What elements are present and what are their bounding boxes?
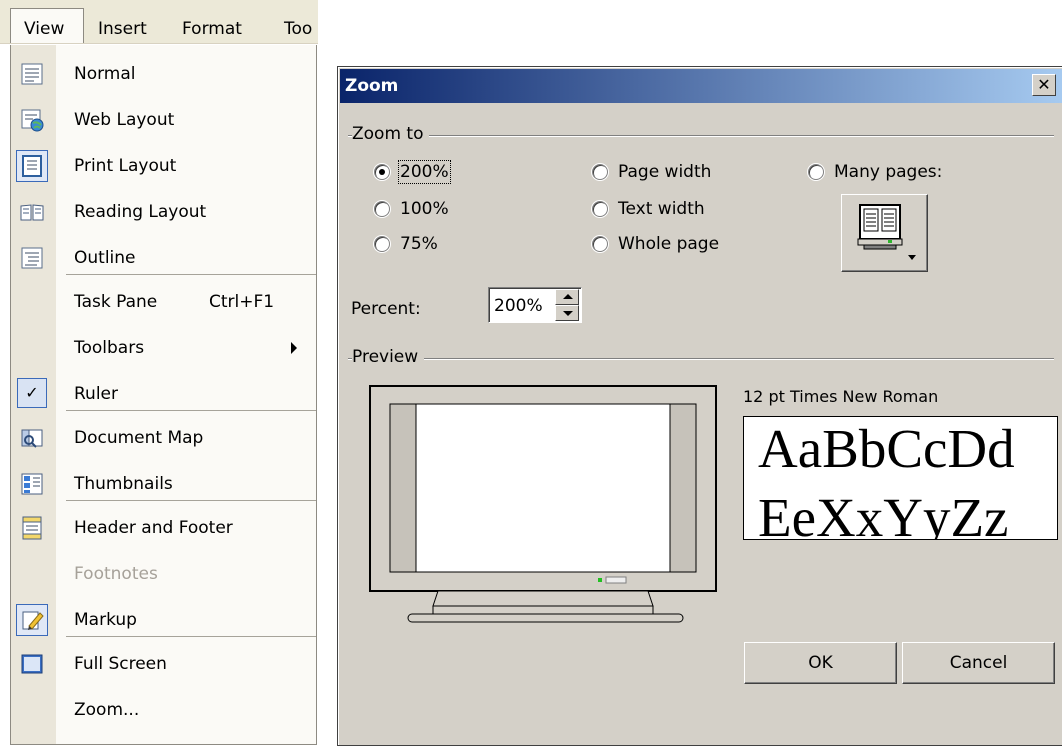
menu-item-normal-label: Normal bbox=[74, 64, 136, 84]
menu-item-web-layout-label: Web Layout bbox=[74, 110, 175, 130]
menu-item-thumbnails-label: Thumbnails bbox=[74, 474, 173, 494]
dialog-title: Zoom bbox=[345, 76, 399, 96]
menu-item-toolbars[interactable]: Toolbars bbox=[11, 325, 316, 371]
menu-separator bbox=[66, 410, 316, 411]
menu-separator bbox=[66, 500, 316, 501]
many-pages-button[interactable] bbox=[841, 194, 928, 272]
sample-text-line-2: EeXxYyZz bbox=[758, 487, 1009, 540]
cancel-button[interactable]: Cancel bbox=[902, 642, 1055, 684]
menu-separator bbox=[66, 636, 316, 637]
radio-many-pages-button[interactable] bbox=[808, 164, 824, 180]
menu-item-full-screen[interactable]: Full Screen bbox=[11, 641, 316, 687]
menu-item-print-layout[interactable]: Print Layout bbox=[11, 143, 316, 189]
menu-bar: View Insert Format Too bbox=[0, 0, 318, 44]
radio-200-label: 200% bbox=[398, 160, 451, 184]
radio-many-pages-label: Many pages: bbox=[834, 162, 943, 182]
markup-icon bbox=[22, 611, 44, 630]
menu-view[interactable]: View bbox=[10, 8, 84, 43]
sample-text-line-1: AaBbCcDd bbox=[758, 418, 1015, 479]
web-layout-icon bbox=[21, 109, 44, 132]
menu-item-reading-layout[interactable]: Reading Layout bbox=[11, 189, 316, 235]
spin-down-button[interactable] bbox=[555, 305, 579, 321]
thumbnails-icon bbox=[21, 473, 43, 495]
outline-icon bbox=[21, 247, 43, 269]
many-pages-monitor-icon bbox=[857, 204, 916, 260]
radio-page-width-button[interactable] bbox=[592, 164, 608, 180]
menu-item-reading-layout-label: Reading Layout bbox=[74, 202, 207, 222]
menu-item-footnotes-label: Footnotes bbox=[74, 564, 158, 584]
radio-page-width-label: Page width bbox=[618, 162, 712, 182]
menu-item-task-pane-label: Task Pane bbox=[74, 292, 158, 312]
radio-100-label: 100% bbox=[400, 199, 449, 219]
radio-75-button[interactable] bbox=[374, 236, 390, 252]
menu-format-label: Format bbox=[182, 19, 242, 39]
checkmark-icon: ✓ bbox=[17, 378, 47, 408]
ok-button[interactable]: OK bbox=[744, 642, 897, 684]
menu-item-document-map-label: Document Map bbox=[74, 428, 204, 448]
menu-item-markup-label: Markup bbox=[74, 610, 137, 630]
font-sample-box: AaBbCcDd EeXxYyZz bbox=[743, 416, 1058, 540]
view-menu-dropdown: Normal Web Layout Print Layout Reading L… bbox=[10, 45, 317, 745]
menu-item-zoom[interactable]: Zoom... bbox=[11, 687, 316, 733]
menu-item-header-footer-label: Header and Footer bbox=[74, 518, 233, 538]
menu-separator bbox=[66, 274, 316, 275]
menu-item-full-screen-label: Full Screen bbox=[74, 654, 167, 674]
radio-75-label: 75% bbox=[400, 234, 438, 254]
menu-insert-label: Insert bbox=[98, 19, 147, 39]
radio-200-button[interactable] bbox=[374, 164, 390, 180]
preview-group-line bbox=[348, 358, 1054, 360]
dialog-title-bar[interactable]: Zoom ✕ bbox=[340, 69, 1062, 103]
menu-item-web-layout[interactable]: Web Layout bbox=[11, 97, 316, 143]
header-footer-icon bbox=[22, 516, 42, 540]
menu-item-ruler-label: Ruler bbox=[74, 384, 118, 404]
zoom-to-label: Zoom to bbox=[352, 124, 430, 144]
menu-item-outline-label: Outline bbox=[74, 248, 136, 268]
menu-item-document-map[interactable]: Document Map bbox=[11, 415, 316, 461]
reading-layout-icon bbox=[20, 204, 44, 221]
radio-text-width-button[interactable] bbox=[592, 201, 608, 217]
radio-whole-page-label: Whole page bbox=[618, 234, 720, 254]
percent-input[interactable]: 200% bbox=[488, 287, 582, 323]
menu-tools-label: Too bbox=[284, 19, 313, 39]
menu-item-print-layout-label: Print Layout bbox=[74, 156, 177, 176]
full-screen-icon bbox=[21, 654, 43, 674]
percent-value: 200% bbox=[494, 296, 543, 316]
menu-item-zoom-label: Zoom... bbox=[74, 700, 140, 720]
radio-100-button[interactable] bbox=[374, 201, 390, 217]
menu-item-header-footer[interactable]: Header and Footer bbox=[11, 505, 316, 551]
print-layout-icon bbox=[22, 155, 42, 177]
zoom-dialog: Zoom ✕ Zoom to 200% 100% 75% Page width … bbox=[337, 66, 1062, 746]
percent-label: Percent: bbox=[351, 299, 421, 319]
document-map-icon bbox=[21, 429, 43, 448]
font-caption: 12 pt Times New Roman bbox=[743, 387, 939, 406]
menu-format[interactable]: Format bbox=[182, 9, 242, 43]
menu-item-toolbars-label: Toolbars bbox=[74, 338, 145, 358]
submenu-arrow-icon bbox=[291, 342, 297, 354]
menu-insert[interactable]: Insert bbox=[98, 9, 147, 43]
menu-view-label: View bbox=[24, 19, 65, 39]
menu-item-task-pane[interactable]: Task Pane Ctrl+F1 bbox=[11, 279, 316, 325]
zoom-to-group-line bbox=[348, 135, 1054, 137]
close-icon: ✕ bbox=[1037, 75, 1051, 94]
spin-up-button[interactable] bbox=[555, 289, 579, 305]
preview-page bbox=[415, 403, 671, 573]
menu-item-normal[interactable]: Normal bbox=[11, 51, 316, 97]
menu-tools[interactable]: Too bbox=[284, 9, 313, 43]
preview-label: Preview bbox=[352, 347, 425, 367]
menu-item-task-pane-shortcut: Ctrl+F1 bbox=[209, 292, 275, 312]
radio-whole-page-button[interactable] bbox=[592, 236, 608, 252]
menu-item-footnotes: Footnotes bbox=[11, 551, 316, 597]
normal-view-icon bbox=[21, 63, 43, 85]
radio-text-width-label: Text width bbox=[618, 199, 705, 219]
preview-monitor bbox=[369, 385, 717, 623]
close-button[interactable]: ✕ bbox=[1032, 74, 1056, 96]
